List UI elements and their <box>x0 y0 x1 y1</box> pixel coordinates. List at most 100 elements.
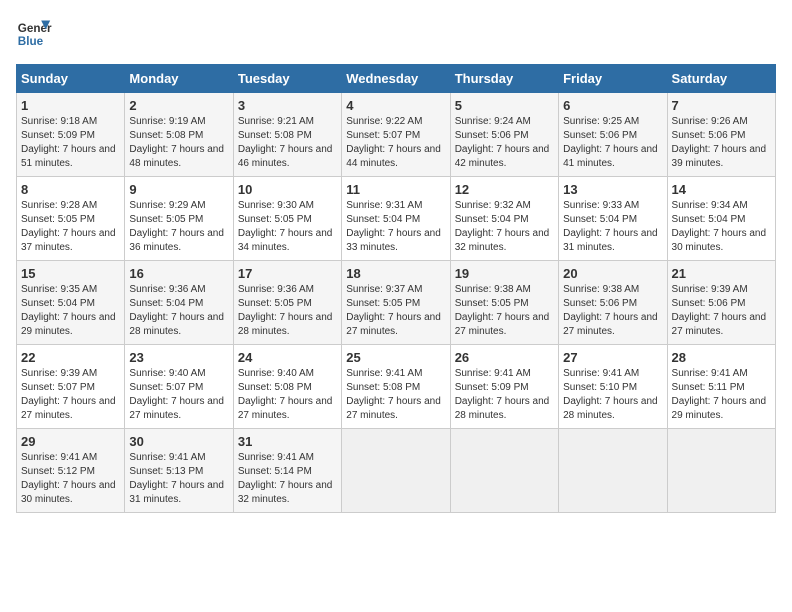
calendar-cell <box>667 429 775 513</box>
calendar-cell: 28 Sunrise: 9:41 AMSunset: 5:11 PMDayligh… <box>667 345 775 429</box>
calendar-cell: 20 Sunrise: 9:38 AMSunset: 5:06 PMDayligh… <box>559 261 667 345</box>
calendar-cell: 23 Sunrise: 9:40 AMSunset: 5:07 PMDayligh… <box>125 345 233 429</box>
calendar-cell: 31 Sunrise: 9:41 AMSunset: 5:14 PMDayligh… <box>233 429 341 513</box>
day-info: Sunrise: 9:32 AMSunset: 5:04 PMDaylight:… <box>455 199 554 255</box>
day-info: Sunrise: 9:21 AMSunset: 5:08 PMDaylight:… <box>238 115 337 171</box>
day-number: 27 <box>563 350 662 365</box>
day-info: Sunrise: 9:41 AMSunset: 5:14 PMDaylight:… <box>238 451 337 507</box>
day-number: 19 <box>455 266 554 281</box>
day-number: 30 <box>129 434 228 449</box>
calendar-cell: 8 Sunrise: 9:28 AMSunset: 5:05 PMDaylight… <box>17 177 125 261</box>
day-info: Sunrise: 9:24 AMSunset: 5:06 PMDaylight:… <box>455 115 554 171</box>
logo-icon: General Blue <box>16 16 52 52</box>
day-number: 21 <box>672 266 771 281</box>
day-number: 24 <box>238 350 337 365</box>
day-info: Sunrise: 9:41 AMSunset: 5:09 PMDaylight:… <box>455 367 554 423</box>
day-info: Sunrise: 9:34 AMSunset: 5:04 PMDaylight:… <box>672 199 771 255</box>
day-info: Sunrise: 9:33 AMSunset: 5:04 PMDaylight:… <box>563 199 662 255</box>
day-number: 17 <box>238 266 337 281</box>
day-number: 23 <box>129 350 228 365</box>
day-info: Sunrise: 9:40 AMSunset: 5:07 PMDaylight:… <box>129 367 228 423</box>
calendar-cell: 24 Sunrise: 9:40 AMSunset: 5:08 PMDayligh… <box>233 345 341 429</box>
calendar-cell: 9 Sunrise: 9:29 AMSunset: 5:05 PMDaylight… <box>125 177 233 261</box>
day-info: Sunrise: 9:41 AMSunset: 5:12 PMDaylight:… <box>21 451 120 507</box>
day-info: Sunrise: 9:37 AMSunset: 5:05 PMDaylight:… <box>346 283 445 339</box>
day-info: Sunrise: 9:19 AMSunset: 5:08 PMDaylight:… <box>129 115 228 171</box>
day-info: Sunrise: 9:30 AMSunset: 5:05 PMDaylight:… <box>238 199 337 255</box>
day-number: 18 <box>346 266 445 281</box>
calendar-cell: 1 Sunrise: 9:18 AMSunset: 5:09 PMDaylight… <box>17 93 125 177</box>
day-number: 31 <box>238 434 337 449</box>
day-info: Sunrise: 9:40 AMSunset: 5:08 PMDaylight:… <box>238 367 337 423</box>
day-number: 11 <box>346 182 445 197</box>
day-number: 12 <box>455 182 554 197</box>
calendar-cell: 22Sunrise: 9:39 AMSunset: 5:07 PMDayligh… <box>17 345 125 429</box>
day-number: 3 <box>238 98 337 113</box>
day-number: 20 <box>563 266 662 281</box>
calendar-cell: 21 Sunrise: 9:39 AMSunset: 5:06 PMDayligh… <box>667 261 775 345</box>
calendar-cell: 4Sunrise: 9:22 AMSunset: 5:07 PMDaylight… <box>342 93 450 177</box>
day-info: Sunrise: 9:39 AMSunset: 5:06 PMDaylight:… <box>672 283 771 339</box>
day-number: 13 <box>563 182 662 197</box>
day-info: Sunrise: 9:26 AMSunset: 5:06 PMDaylight:… <box>672 115 771 171</box>
day-info: Sunrise: 9:38 AMSunset: 5:06 PMDaylight:… <box>563 283 662 339</box>
day-info: Sunrise: 9:41 AMSunset: 5:08 PMDaylight:… <box>346 367 445 423</box>
day-info: Sunrise: 9:41 AMSunset: 5:11 PMDaylight:… <box>672 367 771 423</box>
weekday-header: Tuesday <box>233 65 341 93</box>
day-info: Sunrise: 9:39 AMSunset: 5:07 PMDaylight:… <box>21 367 120 423</box>
calendar-cell: 18 Sunrise: 9:37 AMSunset: 5:05 PMDayligh… <box>342 261 450 345</box>
calendar-cell: 11 Sunrise: 9:31 AMSunset: 5:04 PMDayligh… <box>342 177 450 261</box>
calendar-cell: 25 Sunrise: 9:41 AMSunset: 5:08 PMDayligh… <box>342 345 450 429</box>
day-number: 8 <box>21 182 120 197</box>
day-number: 6 <box>563 98 662 113</box>
day-number: 2 <box>129 98 228 113</box>
calendar-cell: 13 Sunrise: 9:33 AMSunset: 5:04 PMDayligh… <box>559 177 667 261</box>
day-number: 9 <box>129 182 228 197</box>
calendar-cell: 29 Sunrise: 9:41 AMSunset: 5:12 PMDayligh… <box>17 429 125 513</box>
calendar-cell <box>342 429 450 513</box>
day-number: 5 <box>455 98 554 113</box>
calendar-cell: 14Sunrise: 9:34 AMSunset: 5:04 PMDayligh… <box>667 177 775 261</box>
weekday-header: Wednesday <box>342 65 450 93</box>
page-header: General Blue <box>16 16 776 52</box>
day-info: Sunrise: 9:25 AMSunset: 5:06 PMDaylight:… <box>563 115 662 171</box>
day-number: 1 <box>21 98 120 113</box>
day-info: Sunrise: 9:29 AMSunset: 5:05 PMDaylight:… <box>129 199 228 255</box>
weekday-header: Sunday <box>17 65 125 93</box>
day-info: Sunrise: 9:28 AMSunset: 5:05 PMDaylight:… <box>21 199 120 255</box>
day-number: 25 <box>346 350 445 365</box>
calendar-table: SundayMondayTuesdayWednesdayThursdayFrid… <box>16 64 776 513</box>
day-number: 29 <box>21 434 120 449</box>
day-info: Sunrise: 9:31 AMSunset: 5:04 PMDaylight:… <box>346 199 445 255</box>
day-info: Sunrise: 9:41 AMSunset: 5:10 PMDaylight:… <box>563 367 662 423</box>
calendar-cell: 12 Sunrise: 9:32 AMSunset: 5:04 PMDayligh… <box>450 177 558 261</box>
weekday-header: Friday <box>559 65 667 93</box>
calendar-cell: 19 Sunrise: 9:38 AMSunset: 5:05 PMDayligh… <box>450 261 558 345</box>
day-number: 10 <box>238 182 337 197</box>
day-number: 26 <box>455 350 554 365</box>
day-number: 28 <box>672 350 771 365</box>
calendar-cell: 7 Sunrise: 9:26 AMSunset: 5:06 PMDaylight… <box>667 93 775 177</box>
day-info: Sunrise: 9:38 AMSunset: 5:05 PMDaylight:… <box>455 283 554 339</box>
day-number: 15 <box>21 266 120 281</box>
day-info: Sunrise: 9:36 AMSunset: 5:04 PMDaylight:… <box>129 283 228 339</box>
calendar-cell: 10 Sunrise: 9:30 AMSunset: 5:05 PMDayligh… <box>233 177 341 261</box>
calendar-cell: 2 Sunrise: 9:19 AMSunset: 5:08 PMDaylight… <box>125 93 233 177</box>
calendar-cell: 6 Sunrise: 9:25 AMSunset: 5:06 PMDaylight… <box>559 93 667 177</box>
day-info: Sunrise: 9:22 AMSunset: 5:07 PMDaylight:… <box>346 115 445 171</box>
day-number: 16 <box>129 266 228 281</box>
logo: General Blue <box>16 16 52 52</box>
calendar-cell: 27 Sunrise: 9:41 AMSunset: 5:10 PMDayligh… <box>559 345 667 429</box>
day-info: Sunrise: 9:36 AMSunset: 5:05 PMDaylight:… <box>238 283 337 339</box>
calendar-cell: 26 Sunrise: 9:41 AMSunset: 5:09 PMDayligh… <box>450 345 558 429</box>
day-info: Sunrise: 9:18 AMSunset: 5:09 PMDaylight:… <box>21 115 120 171</box>
day-info: Sunrise: 9:35 AMSunset: 5:04 PMDaylight:… <box>21 283 120 339</box>
calendar-cell: 15 Sunrise: 9:35 AMSunset: 5:04 PMDayligh… <box>17 261 125 345</box>
svg-text:Blue: Blue <box>18 35 44 48</box>
weekday-header: Saturday <box>667 65 775 93</box>
calendar-cell <box>559 429 667 513</box>
calendar-cell: 30 Sunrise: 9:41 AMSunset: 5:13 PMDayligh… <box>125 429 233 513</box>
day-info: Sunrise: 9:41 AMSunset: 5:13 PMDaylight:… <box>129 451 228 507</box>
day-number: 7 <box>672 98 771 113</box>
weekday-header: Monday <box>125 65 233 93</box>
